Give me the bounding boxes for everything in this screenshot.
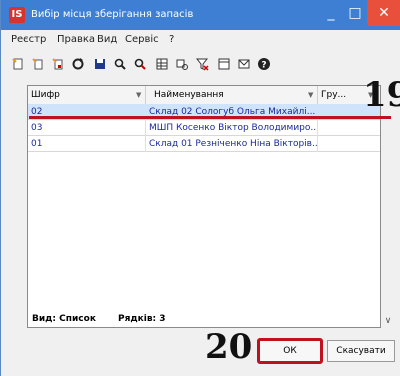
table-row[interactable]: 01 Склад 01 Резніченко Ніна Вікторів... xyxy=(28,136,380,152)
cell-code: 01 xyxy=(28,136,146,152)
storage-grid[interactable]: Шифр ▼ Найменування ▼ Гру... ▼ 02 Склад … xyxy=(27,85,382,328)
menu-item-view[interactable]: Вид xyxy=(97,34,117,45)
cell-name: Склад 01 Резніченко Ніна Вікторів... xyxy=(146,136,318,152)
sheet-icon[interactable] xyxy=(215,55,233,73)
menu-item-service[interactable]: Сервіс xyxy=(125,34,159,45)
ok-highlight-box xyxy=(257,338,323,364)
new-icon[interactable] xyxy=(9,55,27,73)
toolbar: ? xyxy=(1,52,400,76)
dialog-window: IS Вибір місця зберігання запасів _ □ ✕ … xyxy=(0,0,400,376)
table-row[interactable]: 03 МШП Косенко Віктор Володимиро... xyxy=(28,120,380,136)
menu-item-help[interactable]: ? xyxy=(169,34,174,45)
menu-item-register[interactable]: Реєстр xyxy=(11,34,46,45)
mail-icon[interactable] xyxy=(235,55,253,73)
window-title: Вибір місця зберігання запасів xyxy=(31,9,194,20)
group-icon[interactable] xyxy=(173,55,191,73)
new-copy-icon[interactable] xyxy=(29,55,47,73)
step-20-annotation: 20 xyxy=(205,327,253,367)
column-header-name[interactable]: Найменування xyxy=(146,86,318,104)
cell-group xyxy=(318,136,382,152)
view-mode-label: Вид: Список xyxy=(32,314,96,324)
cell-group xyxy=(318,120,382,136)
cell-code: 03 xyxy=(28,120,146,136)
app-logo-icon: IS xyxy=(9,7,25,23)
close-button[interactable]: ✕ xyxy=(367,0,400,26)
find-icon[interactable] xyxy=(111,55,129,73)
column-header-code[interactable]: Шифр xyxy=(28,86,146,104)
new-child-icon[interactable] xyxy=(49,55,67,73)
highlight-underline xyxy=(29,116,391,119)
grid-header: Шифр ▼ Найменування ▼ Гру... ▼ xyxy=(28,86,382,105)
grid-icon[interactable] xyxy=(153,55,171,73)
row-count-label: Рядків: 3 xyxy=(118,314,166,324)
grid-status-bar: Вид: Список Рядків: 3 xyxy=(28,311,380,327)
sort-arrow-icon[interactable]: ▼ xyxy=(308,86,313,104)
title-bar[interactable]: IS Вибір місця зберігання запасів _ □ ✕ xyxy=(1,0,400,30)
cancel-button[interactable]: Скасувати xyxy=(327,340,395,362)
save-icon[interactable] xyxy=(91,55,109,73)
find-next-icon[interactable] xyxy=(131,55,149,73)
menu-item-edit[interactable]: Правка xyxy=(57,34,95,45)
help-icon[interactable]: ? xyxy=(255,55,273,73)
vertical-scrollbar[interactable]: ∨ xyxy=(381,85,395,328)
maximize-button[interactable]: □ xyxy=(341,0,369,26)
sort-arrow-icon[interactable]: ▼ xyxy=(136,86,141,104)
refresh-icon[interactable] xyxy=(69,55,87,73)
cell-name: МШП Косенко Віктор Володимиро... xyxy=(146,120,318,136)
scroll-down-icon[interactable]: ∨ xyxy=(381,314,395,328)
svg-text:?: ? xyxy=(261,61,266,71)
filter-clear-icon[interactable] xyxy=(193,55,211,73)
step-19-annotation: 19 xyxy=(363,78,400,112)
